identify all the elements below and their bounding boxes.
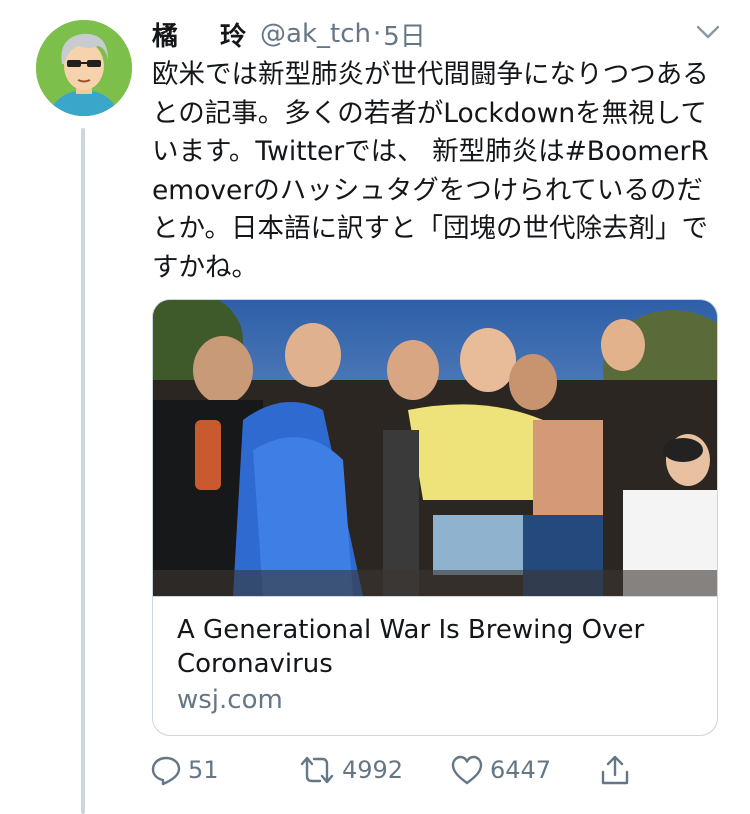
retweet-count: 4992 <box>342 756 404 784</box>
retweet-icon <box>300 756 334 784</box>
user-handle[interactable]: @ak_tch <box>260 19 371 49</box>
reply-count: 51 <box>188 756 219 784</box>
tweet-time[interactable]: 5日 <box>383 16 426 53</box>
card-domain: wsj.com <box>177 685 283 715</box>
tweet-header: 橘 玲 @ak_tch · 5日 <box>152 14 426 54</box>
share-icon <box>601 755 629 785</box>
chevron-down-icon[interactable] <box>694 22 722 42</box>
separator-dot: · <box>372 19 382 49</box>
card-photo <box>153 300 717 596</box>
like-button[interactable]: 6447 <box>450 750 551 790</box>
reply-button[interactable]: 51 <box>150 750 219 790</box>
card-image[interactable] <box>153 300 717 596</box>
tweet[interactable]: 橘 玲 @ak_tch · 5日 欧米では新型肺炎が世代間闘争になりつつあるとの… <box>0 0 750 814</box>
avatar-image <box>36 20 132 116</box>
like-count: 6447 <box>490 756 552 784</box>
user-name[interactable]: 橘 玲 <box>152 16 254 53</box>
card-title[interactable]: A Generational War Is Brewing Over Coron… <box>177 613 697 681</box>
like-icon <box>451 755 483 785</box>
tweet-actions: 51 4992 6447 <box>150 750 650 790</box>
retweet-button[interactable]: 4992 <box>298 750 403 790</box>
tweet-text: 欧米では新型肺炎が世代間闘争になりつつあるとの記事。多くの若者がLockdown… <box>152 59 709 283</box>
avatar[interactable] <box>36 20 132 116</box>
thread-line <box>81 128 85 814</box>
card-text[interactable]: A Generational War Is Brewing Over Coron… <box>153 596 717 735</box>
share-button[interactable] <box>598 750 632 790</box>
link-card[interactable]: A Generational War Is Brewing Over Coron… <box>152 299 718 736</box>
reply-icon <box>151 756 181 786</box>
